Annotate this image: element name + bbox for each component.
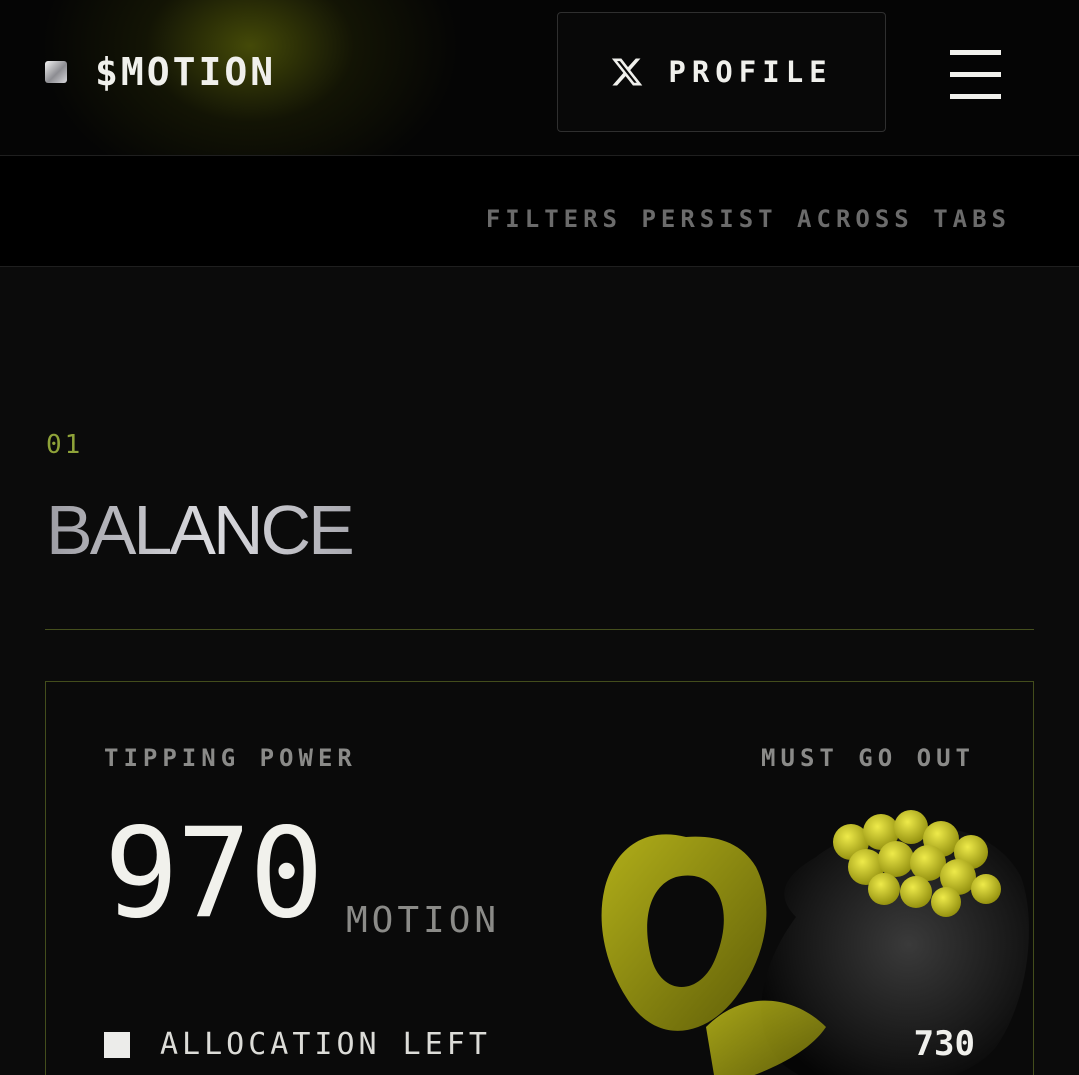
tipping-power-value: 970 [104,802,324,946]
section-divider [45,629,1034,630]
section-number: 01 [46,430,84,460]
x-profile-button[interactable]: PROFILE [557,12,886,132]
allocation-left-label: ALLOCATION LEFT [160,1027,491,1062]
brand[interactable]: $MOTION [45,50,276,94]
tipping-power-unit: MOTION [346,900,501,941]
x-logo-icon [612,58,643,86]
brand-name: $MOTION [95,50,277,94]
profile-button-label: PROFILE [668,55,833,89]
allocation-left-row: ALLOCATION LEFT [104,1027,491,1062]
allocation-left-value: 730 [913,1024,975,1064]
must-go-out-label: MUST GO OUT [761,744,975,772]
section-title: BALANCE [46,491,355,569]
filter-persist-note: FILTERS PERSIST ACROSS TABS [485,205,1011,233]
top-header: $MOTION PROFILE [0,0,1079,156]
tipping-power-label: TIPPING POWER [104,744,357,772]
filter-bar: FILTERS PERSIST ACROSS TABS [0,156,1079,267]
menu-bar-top [950,50,1001,55]
menu-bar-middle [950,72,1001,77]
menu-bar-bottom [950,94,1001,99]
allocation-legend-square [104,1031,130,1058]
balance-card: TIPPING POWER MUST GO OUT 970 MOTION ALL… [45,681,1034,1075]
hamburger-menu-icon[interactable] [950,50,1002,102]
brand-logo-icon [45,61,67,83]
